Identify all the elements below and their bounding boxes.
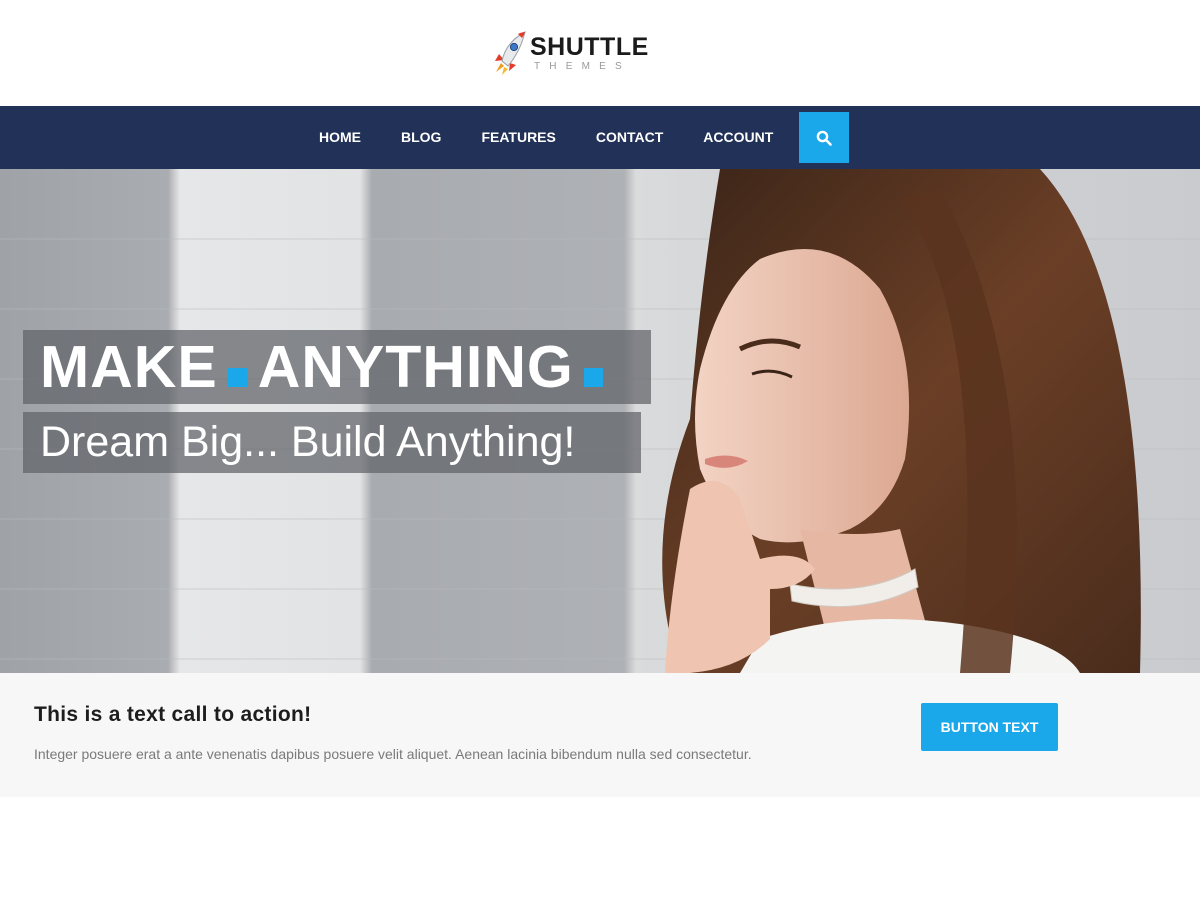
cta-title: This is a text call to action!	[34, 703, 312, 726]
brand-name: SHUTTLE	[530, 33, 649, 61]
accent-square-icon	[227, 368, 247, 387]
nav-item-contact: CONTACT	[576, 106, 683, 169]
nav-item-home: HOME	[299, 106, 381, 169]
site-logo[interactable]: SHUTTLE THEMES	[492, 28, 662, 78]
nav-link-account[interactable]: ACCOUNT	[683, 106, 793, 169]
cta-description: Integer posuere erat a ante venenatis da…	[34, 746, 752, 762]
nav-menu: HOME BLOG FEATURES CONTACT ACCOUNT	[299, 106, 793, 169]
nav-link-features[interactable]: FEATURES	[461, 106, 575, 169]
hero-subtitle-box: Dream Big... Build Anything!	[23, 412, 641, 473]
cta-button[interactable]: BUTTON TEXT	[921, 703, 1058, 751]
hero-title: MAKE ANYTHING	[40, 330, 614, 404]
main-navigation: HOME BLOG FEATURES CONTACT ACCOUNT	[0, 106, 1200, 169]
nav-item-account: ACCOUNT	[683, 106, 793, 169]
nav-link-home[interactable]: HOME	[299, 106, 381, 169]
search-icon	[816, 130, 832, 146]
hero-subtitle: Dream Big... Build Anything!	[40, 418, 576, 466]
hero-title-word-2: ANYTHING	[257, 334, 574, 400]
rocket-icon	[495, 31, 526, 75]
brand-tagline: THEMES	[534, 61, 631, 72]
hero-title-word-1: MAKE	[40, 334, 218, 400]
hero-title-box: MAKE ANYTHING	[23, 330, 651, 404]
nav-item-blog: BLOG	[381, 106, 461, 169]
site-header: SHUTTLE THEMES	[0, 0, 1200, 106]
nav-item-features: FEATURES	[461, 106, 575, 169]
nav-link-contact[interactable]: CONTACT	[576, 106, 683, 169]
call-to-action-section: This is a text call to action! Integer p…	[0, 673, 1200, 797]
hero-banner: MAKE ANYTHING Dream Big... Build Anything…	[0, 169, 1200, 673]
search-button[interactable]	[799, 112, 849, 163]
nav-link-blog[interactable]: BLOG	[381, 106, 461, 169]
accent-square-icon	[583, 368, 603, 387]
